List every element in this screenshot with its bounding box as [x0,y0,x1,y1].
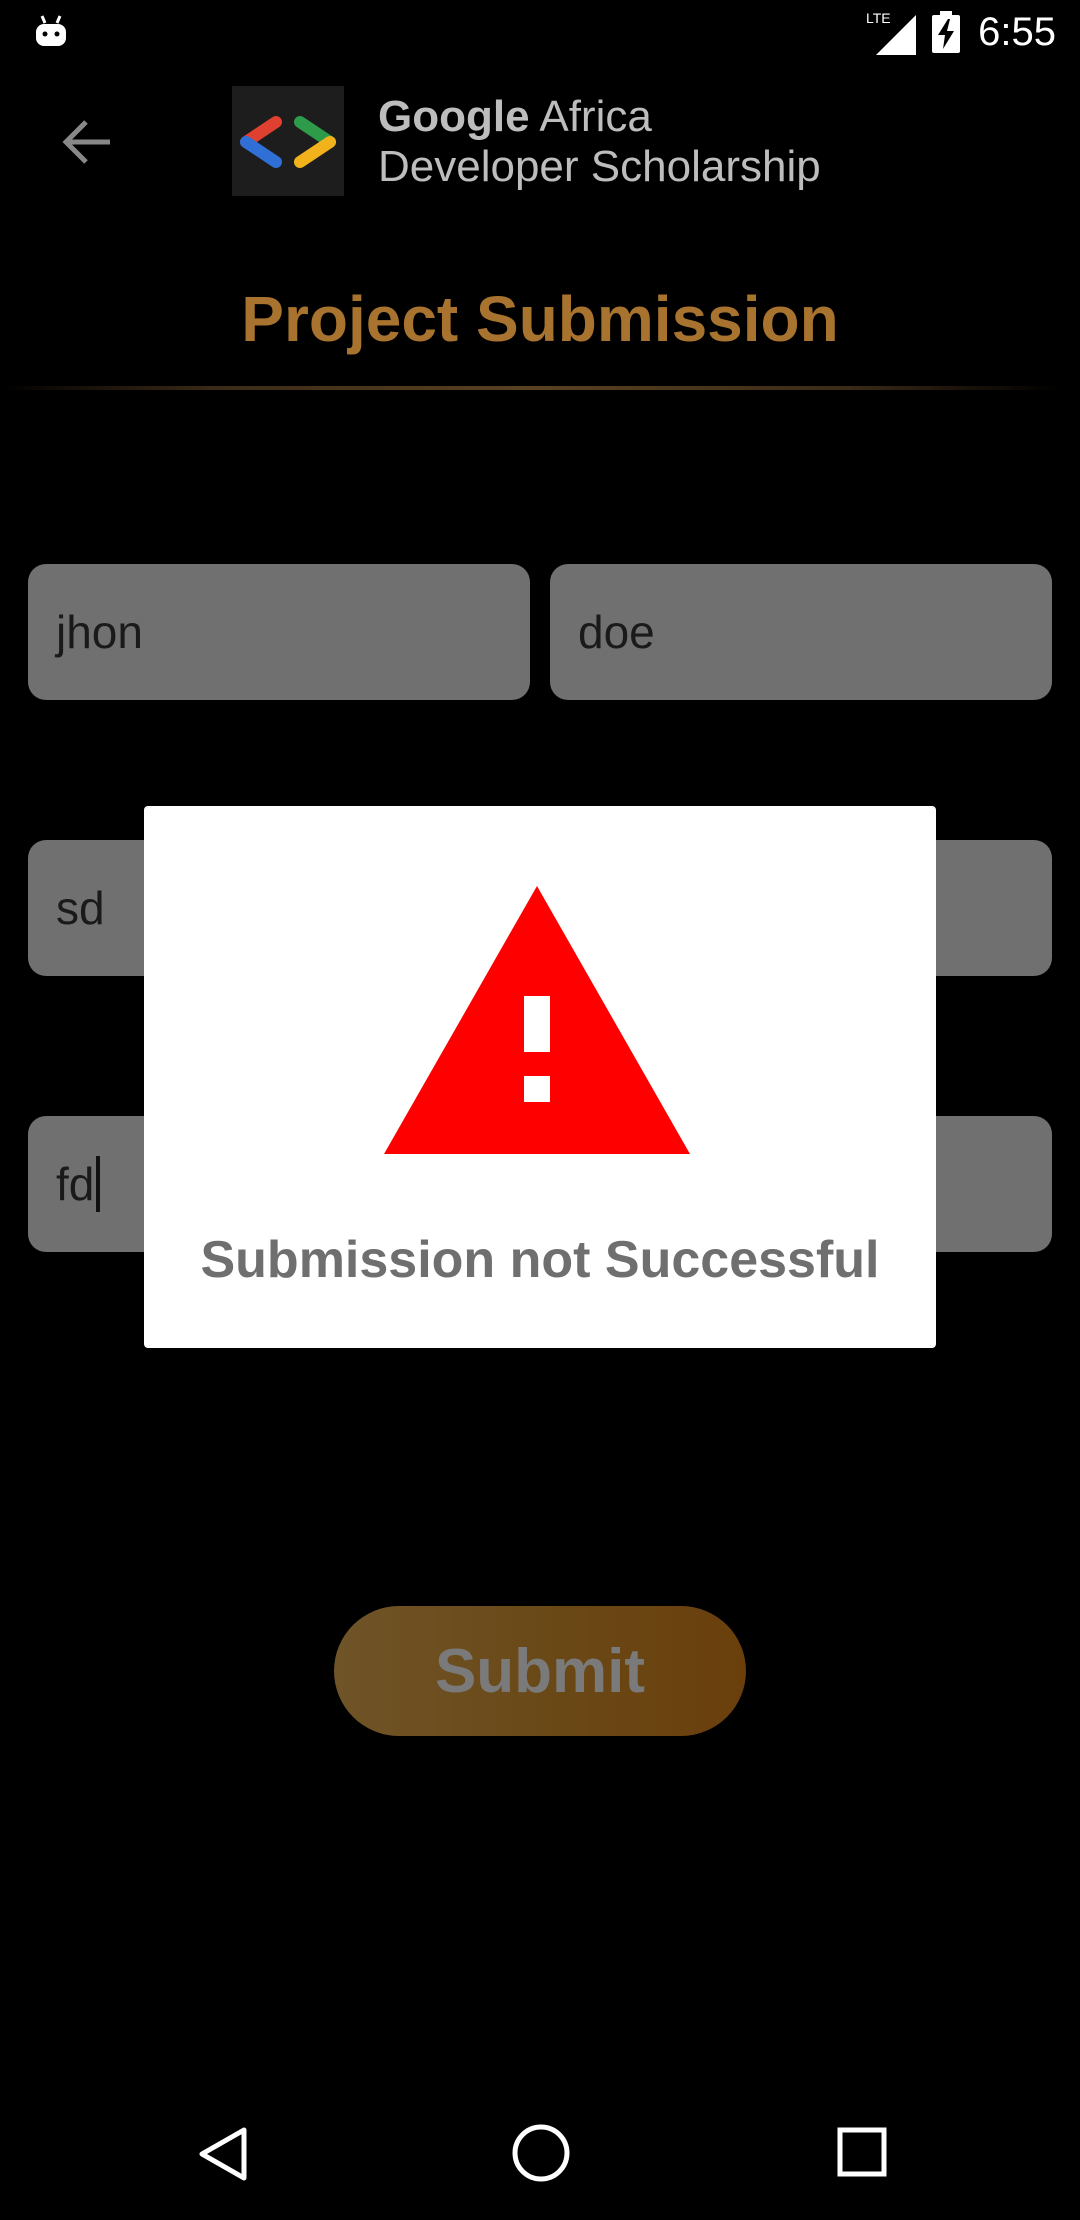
screen: LTE 6:55 Google Africa Developer Scholar… [0,0,1080,2220]
nav-back-icon[interactable] [194,2124,250,2184]
warning-icon [384,886,690,1154]
navigation-bar [0,2100,1080,2220]
gads-logo [232,86,344,196]
status-icons: LTE 6:55 [866,6,1056,58]
arrow-back-icon[interactable] [60,118,116,166]
program-name-line2: Developer Scholarship [378,142,821,191]
status-bar: LTE 6:55 [0,0,1080,64]
error-dialog: Submission not Successful [144,806,936,1348]
android-icon [36,15,66,46]
text-cursor [96,1156,101,1212]
submit-button[interactable]: Submit [334,1606,746,1736]
svg-text:LTE: LTE [866,10,891,26]
last-name-field[interactable]: doe [550,564,1052,700]
nav-home-icon[interactable] [510,2122,572,2184]
status-time: 6:55 [978,9,1056,54]
title-divider [0,386,1060,390]
dialog-message: Submission not Successful [200,1231,880,1289]
code-brackets-icon [240,116,336,168]
program-name: Google Africa Developer Scholarship [378,92,821,192]
first-name-field[interactable]: jhon [28,564,530,700]
page-title: Project Submission [241,283,839,355]
program-name-line1: Google Africa [378,92,652,141]
nav-recents-icon[interactable] [836,2126,888,2178]
battery-charging-icon [932,11,961,53]
signal-lte-icon: LTE [866,10,917,55]
